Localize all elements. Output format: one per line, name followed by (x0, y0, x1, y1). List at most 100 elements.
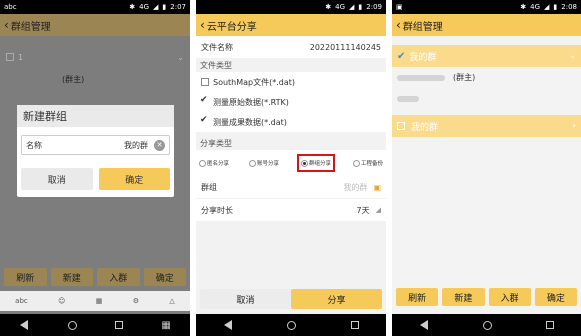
refresh-button[interactable]: 刷新 (396, 288, 439, 306)
back-arrow-icon[interactable]: ‹ (4, 18, 9, 32)
collapse-icon[interactable]: △ (169, 297, 174, 305)
group-select-row[interactable]: 群组 我的群 ▣ (196, 176, 386, 198)
checkbox-checked-icon[interactable]: ✔ (397, 51, 405, 62)
bluetooth-icon: ✱ (520, 3, 527, 11)
cancel-button[interactable]: 取消 (21, 168, 93, 190)
checkbox-checked-icon[interactable] (200, 95, 209, 106)
join-button[interactable]: 入群 (97, 268, 140, 286)
checkbox-icon[interactable] (201, 78, 209, 86)
radio-icon[interactable] (352, 159, 360, 167)
file-type-section: 文件类型 (200, 60, 232, 70)
ok-button[interactable]: 确定 (143, 268, 186, 286)
file-name-value: 20220111140245 (309, 42, 381, 52)
owner-label: (群主) (62, 75, 85, 84)
duration-label: 分享时长 (201, 205, 233, 215)
bottom-button-bar: 刷新 新建 入群 确定 (392, 288, 581, 306)
ok-button[interactable]: 确定 (534, 288, 577, 306)
share-option-label: 账号分享 (256, 161, 279, 167)
share-option-account[interactable]: 账号分享 (248, 159, 279, 167)
signal-icon: ◢ (544, 3, 550, 11)
edit-icon[interactable]: ▣ (373, 183, 381, 192)
status-input-mode: abc (4, 3, 17, 11)
checkbox-checked-icon[interactable] (200, 115, 209, 126)
home-nav-icon[interactable] (483, 320, 492, 330)
status-bar: abc ✱ 4G ◢ ▮ 2:07 (0, 0, 190, 14)
battery-icon: ▮ (358, 3, 363, 11)
network-label: 4G (139, 3, 150, 11)
recents-nav-icon[interactable] (114, 321, 123, 329)
signal-icon: ◢ (349, 3, 355, 11)
phone-screen-group-manage: ▣ ✱ 4G ◢ ▮ 2:08 ‹ 群组管理 ✔ 我的群 ⌄ (群主) 我的群 … (392, 0, 581, 336)
share-option-group[interactable]: 群组分享 (296, 154, 335, 172)
network-label: 4G (335, 3, 346, 11)
checkbox-icon[interactable] (6, 53, 14, 61)
file-type-row[interactable]: 测量原始数据(*.RTK) (196, 92, 386, 112)
phone-screen-new-group: abc ✱ 4G ◢ ▮ 2:07 ‹ 群组管理 1 ⌄ (群主) 新建群组 名… (0, 0, 190, 336)
owner-label: (群主) (453, 73, 476, 82)
file-type-row[interactable]: 测量成果数据(*.dat) (196, 112, 386, 132)
clear-icon[interactable]: ✕ (154, 139, 165, 151)
join-button[interactable]: 入群 (488, 288, 531, 306)
status-time: 2:09 (366, 3, 382, 11)
share-option-anonymous[interactable]: 匿名分享 (199, 159, 229, 167)
share-option-label: 匿名分享 (207, 161, 230, 167)
radio-selected-icon[interactable] (300, 159, 308, 167)
recents-nav-icon[interactable] (350, 321, 359, 329)
recents-nav-icon[interactable] (546, 321, 554, 329)
home-nav-icon[interactable] (67, 320, 77, 330)
group-name-input[interactable]: 我的群 (124, 140, 148, 151)
file-type-label: 测量原始数据(*.RTK) (213, 97, 289, 107)
status-time: 2:08 (561, 3, 577, 11)
confirm-button[interactable]: 确定 (98, 168, 170, 190)
chevron-down-icon: ⌄ (568, 51, 576, 61)
file-name-label: 文件名称 (201, 42, 233, 52)
chevron-right-icon: › (572, 121, 576, 131)
share-button[interactable]: 分享 (291, 289, 382, 309)
file-type-label: SouthMap文件(*.dat) (213, 77, 296, 87)
group-row[interactable]: 1 ⌄ (0, 46, 190, 68)
duration-row[interactable]: 分享时长 7天 ◢ (196, 199, 386, 221)
dropdown-corner-icon: ◢ (375, 206, 381, 214)
field-label: 名称 (26, 140, 42, 150)
home-nav-icon[interactable] (287, 320, 297, 330)
radio-icon[interactable] (248, 159, 256, 167)
back-nav-icon[interactable] (20, 320, 29, 330)
keyboard-mode-key[interactable]: abc (15, 297, 28, 305)
group-row-label: 1 (18, 52, 24, 62)
bluetooth-icon: ✱ (129, 3, 136, 11)
file-name-row: 文件名称 20220111140245 (196, 36, 386, 58)
share-option-backup[interactable]: 工程备份 (352, 159, 383, 167)
group-label: 群组 (201, 182, 217, 192)
group-name-field[interactable]: 名称 我的群 ✕ (21, 135, 170, 155)
keyboard-toolbar: abc ☺ ▦ ⚙ △ (0, 291, 190, 311)
battery-icon: ▮ (553, 3, 558, 11)
file-type-row[interactable]: SouthMap文件(*.dat) (196, 72, 386, 92)
back-nav-icon[interactable] (420, 320, 428, 330)
emoji-icon[interactable]: ☺ (58, 297, 65, 305)
radio-icon[interactable] (199, 159, 206, 167)
refresh-button[interactable]: 刷新 (4, 268, 47, 286)
share-type-row: 匿名分享 账号分享 群组分享 工程备份 (196, 150, 386, 176)
group-name: 我的群 (411, 122, 439, 133)
group-row-collapsed[interactable]: 我的群 › (392, 115, 581, 137)
title-bar: ‹ 云平台分享 (196, 14, 386, 36)
cancel-button[interactable]: 取消 (200, 289, 291, 309)
group-row-expanded[interactable]: ✔ 我的群 ⌄ (392, 45, 581, 67)
status-time: 2:07 (170, 3, 186, 11)
keyboard-icon[interactable]: ▦ (96, 297, 103, 305)
signal-icon: ◢ (153, 3, 159, 11)
chevron-down-icon: ⌄ (177, 52, 184, 62)
new-button[interactable]: 新建 (442, 288, 485, 306)
back-arrow-icon[interactable]: ‹ (396, 18, 401, 32)
new-button[interactable]: 新建 (50, 268, 93, 286)
page-title: 群组管理 (402, 21, 443, 33)
settings-icon[interactable]: ⚙ (133, 297, 139, 305)
nav-bar (392, 314, 581, 336)
keyboard-nav-icon[interactable]: ▦ (161, 320, 170, 331)
battery-icon: ▮ (162, 3, 167, 11)
share-option-label: 群组分享 (308, 161, 331, 167)
checkbox-icon[interactable] (397, 122, 405, 130)
back-nav-icon[interactable] (224, 320, 233, 330)
duration-value[interactable]: 7天 (357, 205, 370, 216)
back-arrow-icon[interactable]: ‹ (200, 18, 205, 32)
